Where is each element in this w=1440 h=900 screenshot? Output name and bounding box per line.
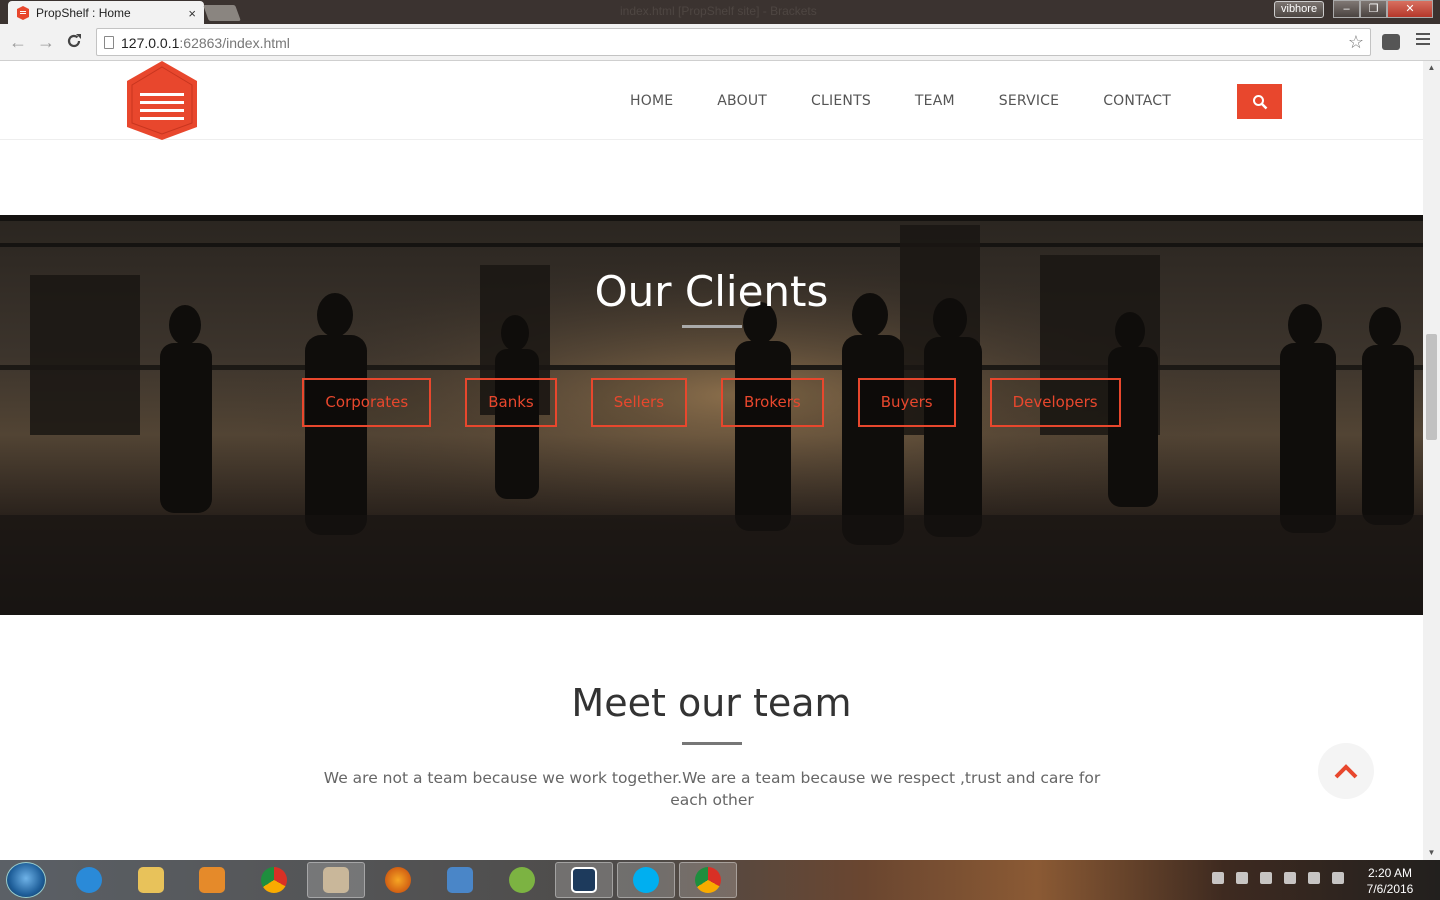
power-icon[interactable]	[1308, 872, 1320, 884]
back-to-top-button[interactable]	[1318, 743, 1374, 799]
clock-time: 2:20 AM	[1367, 866, 1413, 880]
browser-menu-icon[interactable]	[1416, 33, 1430, 49]
volume-icon[interactable]	[1332, 872, 1344, 884]
start-button[interactable]	[6, 862, 46, 898]
address-bar[interactable]: 127.0.0.1:62863/index.html ☆	[96, 28, 1371, 56]
firefox-icon[interactable]	[369, 862, 427, 898]
clients-section: Our Clients Corporates Banks Sellers Bro…	[0, 215, 1423, 615]
client-button-sellers[interactable]: Sellers	[590, 378, 688, 427]
file-explorer-icon[interactable]	[122, 862, 180, 898]
show-hidden-icons-icon[interactable]	[1212, 872, 1224, 884]
control-panel-icon[interactable]	[431, 862, 489, 898]
propshelf-favicon-icon	[17, 6, 29, 20]
page-scrollbar[interactable]: ▲ ▼	[1423, 61, 1440, 860]
window-title: index.html [PropShelf site] - Brackets	[620, 4, 817, 18]
url-text[interactable]: 127.0.0.1:62863/index.html	[121, 35, 290, 51]
propshelf-logo-icon[interactable]	[126, 61, 198, 140]
clients-title-underline	[682, 325, 742, 328]
scroll-up-arrow-icon[interactable]: ▲	[1423, 61, 1440, 75]
tab-title: PropShelf : Home	[36, 6, 131, 20]
close-window-button[interactable]: ✕	[1387, 0, 1433, 18]
client-button-developers[interactable]: Developers	[989, 378, 1121, 427]
nav-team[interactable]: TEAM	[915, 93, 955, 109]
network-icon[interactable]	[1284, 872, 1296, 884]
nav-contact[interactable]: CONTACT	[1103, 93, 1171, 109]
nav-service[interactable]: SERVICE	[999, 93, 1059, 109]
profile-button[interactable]: vibhore	[1274, 1, 1325, 18]
team-description: We are not a team because we work togeth…	[323, 769, 1101, 809]
scroll-down-arrow-icon[interactable]: ▼	[1423, 846, 1440, 860]
clients-title: Our Clients	[594, 267, 829, 316]
media-player-icon[interactable]	[183, 862, 241, 898]
taskbar-clock[interactable]: 2:20 AM 7/6/2016	[1360, 865, 1420, 897]
browser-toolbar: ← → 127.0.0.1:62863/index.html ☆	[0, 24, 1440, 61]
reload-icon[interactable]	[64, 32, 84, 52]
chevron-up-icon	[1334, 764, 1358, 779]
back-icon[interactable]: ←	[8, 32, 28, 52]
page-icon	[104, 36, 114, 49]
client-button-banks[interactable]: Banks	[465, 378, 557, 427]
page-viewport: HOME ABOUT CLIENTS TEAM SERVICE CONTACT	[0, 61, 1423, 860]
windows-flag-icon[interactable]	[1236, 872, 1248, 884]
bookmark-star-icon[interactable]: ☆	[1348, 32, 1364, 53]
client-button-corporates[interactable]: Corporates	[302, 378, 432, 427]
search-button[interactable]	[1237, 84, 1282, 119]
browser-tab[interactable]: PropShelf : Home ×	[8, 1, 204, 25]
nav-home[interactable]: HOME	[630, 93, 673, 109]
system-tray	[1212, 872, 1356, 884]
new-tab-button[interactable]	[203, 5, 241, 21]
site-header: HOME ABOUT CLIENTS TEAM SERVICE CONTACT	[0, 61, 1423, 140]
android-studio-icon[interactable]	[493, 862, 551, 898]
client-button-brokers[interactable]: Brokers	[721, 378, 824, 427]
windows-taskbar: 2:20 AM 7/6/2016	[0, 860, 1440, 900]
clock-date: 7/6/2016	[1366, 882, 1414, 896]
action-center-icon[interactable]	[1260, 872, 1272, 884]
team-title: Meet our team	[571, 681, 852, 725]
url-host: 127.0.0.1	[121, 35, 180, 51]
brackets-icon[interactable]	[555, 862, 613, 898]
chrome-icon[interactable]	[245, 862, 303, 898]
forward-icon[interactable]: →	[36, 32, 56, 52]
minimize-button[interactable]: –	[1333, 0, 1360, 18]
nav-about[interactable]: ABOUT	[717, 93, 767, 109]
search-icon	[1252, 94, 1267, 109]
client-button-buyers[interactable]: Buyers	[857, 378, 956, 427]
paint-icon[interactable]	[307, 862, 365, 898]
browser-titlebar: PropShelf : Home × index.html [PropShelf…	[0, 0, 1440, 25]
nav-clients[interactable]: CLIENTS	[811, 93, 871, 109]
team-title-underline	[682, 742, 742, 745]
reload-arrow-icon	[67, 34, 81, 48]
internet-explorer-icon[interactable]	[60, 862, 118, 898]
tab-close-icon[interactable]: ×	[188, 6, 196, 21]
skype-icon[interactable]	[617, 862, 675, 898]
chrome-active-icon[interactable]	[679, 862, 737, 898]
main-nav: HOME ABOUT CLIENTS TEAM SERVICE CONTACT	[630, 93, 1215, 109]
window-controls: – ❐ ✕	[1333, 0, 1433, 18]
url-path: :62863/index.html	[179, 35, 290, 51]
scrollbar-thumb[interactable]	[1426, 334, 1437, 440]
maximize-button[interactable]: ❐	[1360, 0, 1387, 18]
extension-icon[interactable]	[1382, 34, 1400, 50]
client-category-buttons: Corporates Banks Sellers Brokers Buyers …	[0, 378, 1423, 427]
